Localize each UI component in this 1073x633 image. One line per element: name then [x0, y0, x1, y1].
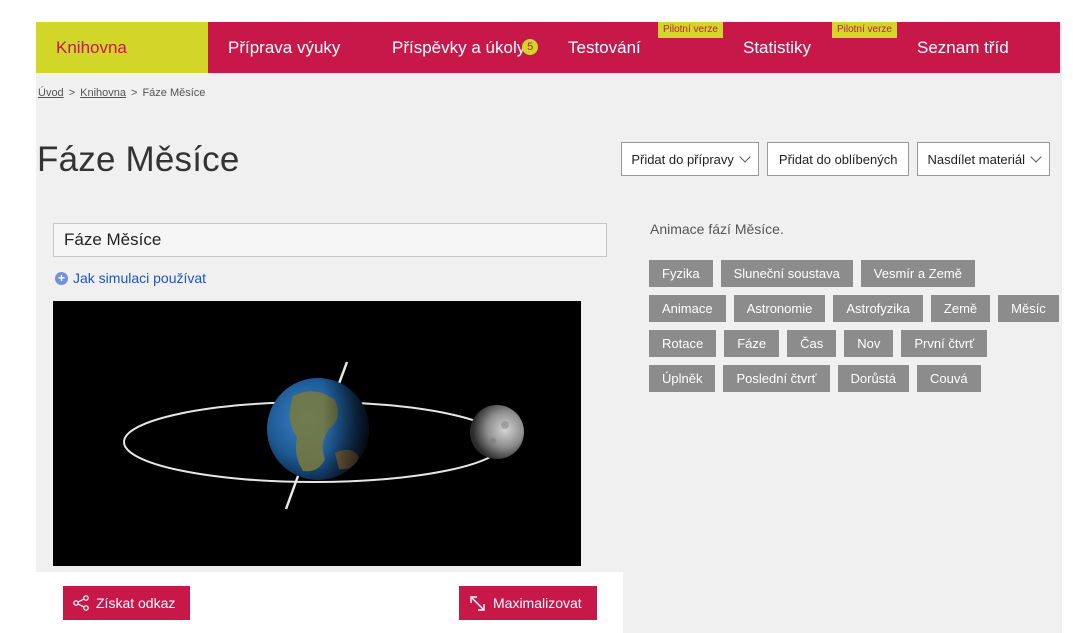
breadcrumb-home-link[interactable]: Úvod	[38, 87, 64, 99]
maximize-button[interactable]: Maximalizovat	[459, 586, 597, 620]
tag[interactable]: Couvá	[917, 365, 981, 392]
tag[interactable]: Fáze	[724, 330, 780, 357]
tag[interactable]: Astronomie	[733, 295, 826, 322]
tag[interactable]: První čtvrť	[901, 330, 988, 357]
nav-item-library[interactable]: Knihovna	[36, 22, 208, 73]
tag[interactable]: Fyzika	[649, 260, 713, 287]
pilot-version-badge: Pilotní verze	[831, 22, 897, 38]
page-title: Fáze Měsíce	[37, 140, 240, 179]
button-label: Přidat do přípravy	[631, 151, 734, 167]
nav-item-label: Příspěvky a úkoly	[392, 37, 526, 57]
moon	[470, 405, 524, 459]
nav-item-statistics[interactable]: Statistiky Pilotní verze	[723, 22, 897, 73]
add-to-favorites-button[interactable]: Přidat do oblíbených	[766, 142, 910, 176]
tag[interactable]: Rotace	[649, 330, 717, 357]
pilot-version-badge: Pilotní verze	[657, 22, 723, 38]
tag[interactable]: Čas	[787, 330, 837, 357]
simulation-frame[interactable]	[53, 301, 581, 566]
share-icon	[73, 595, 89, 611]
tag[interactable]: Vesmír a Země	[860, 260, 975, 287]
material-actions: Přidat do přípravy Přidat do oblíbených …	[621, 142, 1050, 176]
breadcrumb-separator: >	[68, 87, 76, 99]
breadcrumb-current: Fáze Měsíce	[142, 87, 206, 99]
material-title-box: Fáze Měsíce	[53, 223, 607, 257]
button-label: Maximalizovat	[493, 595, 582, 611]
tag[interactable]: Země	[930, 295, 991, 322]
howto-label: Jak simulaci používat	[73, 270, 207, 286]
tag[interactable]: Sluneční soustava	[720, 260, 853, 287]
chevron-down-icon	[739, 150, 751, 163]
nav-item-posts-tasks[interactable]: Příspěvky a úkoly 5	[372, 22, 548, 73]
nav-item-label: Testování	[568, 37, 641, 57]
main-nav: Knihovna Příprava výuky Příspěvky a úkol…	[36, 22, 1060, 73]
expand-arrow-icon	[470, 595, 485, 611]
moon-phase-animation	[123, 361, 524, 510]
nav-item-label: Seznam tříd	[917, 37, 1009, 57]
tag[interactable]: Astrofyzika	[833, 295, 923, 322]
tag-list: Fyzika Sluneční soustava Vesmír a Země A…	[649, 260, 1059, 392]
share-material-button[interactable]: Nasdílet materiál	[917, 142, 1050, 176]
breadcrumb-library-link[interactable]: Knihovna	[80, 87, 126, 99]
nav-item-class-list[interactable]: Seznam tříd	[897, 22, 1060, 73]
tag[interactable]: Animace	[649, 295, 726, 322]
nav-item-label: Knihovna	[56, 37, 127, 57]
nav-item-preparation[interactable]: Příprava výuky	[208, 22, 372, 73]
material-title: Fáze Měsíce	[64, 230, 162, 249]
page: Knihovna Příprava výuky Příspěvky a úkol…	[0, 0, 1073, 633]
plus-circle-icon: +	[55, 271, 68, 285]
chevron-down-icon	[1030, 150, 1042, 163]
breadcrumb: Úvod > Knihovna > Fáze Měsíce	[38, 87, 205, 99]
get-link-button[interactable]: Získat odkaz	[63, 586, 190, 620]
material-description: Animace fází Měsíce.	[650, 221, 784, 237]
button-label: Nasdílet materiál	[927, 151, 1025, 167]
button-label: Přidat do oblíbených	[778, 151, 898, 167]
tag[interactable]: Nov	[844, 330, 894, 357]
button-label: Získat odkaz	[96, 595, 176, 611]
nav-item-label: Příprava výuky	[228, 37, 341, 57]
tag[interactable]: Měsíc	[998, 295, 1059, 322]
breadcrumb-separator: >	[131, 87, 138, 99]
task-count-badge: 5	[522, 38, 539, 55]
nav-item-label: Statistiky	[743, 37, 812, 57]
tag[interactable]: Úplněk	[649, 365, 716, 392]
add-to-preparation-button[interactable]: Přidat do přípravy	[621, 142, 759, 176]
nav-item-testing[interactable]: Testování Pilotní verze	[548, 22, 723, 73]
tag[interactable]: Dorůstá	[837, 365, 910, 392]
howto-link[interactable]: + Jak simulaci používat	[55, 270, 206, 286]
tag[interactable]: Poslední čtvrť	[723, 365, 830, 392]
